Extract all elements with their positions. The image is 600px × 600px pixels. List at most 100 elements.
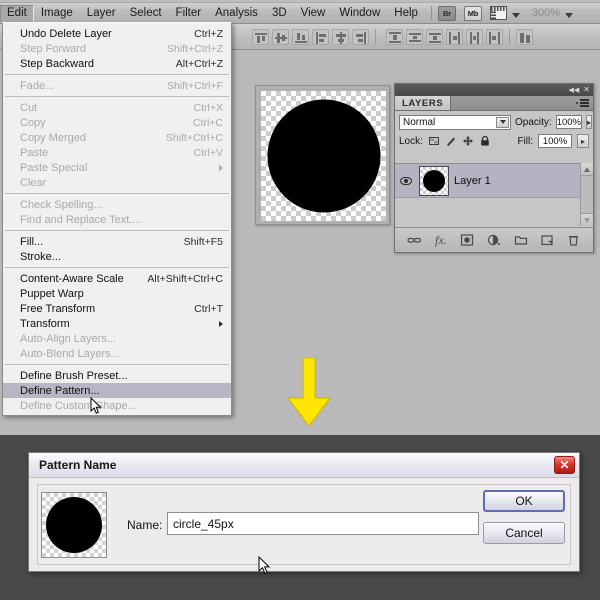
blend-mode-select[interactable]: Normal (399, 115, 511, 130)
opacity-input[interactable]: 100% (556, 115, 582, 129)
menu-select[interactable]: Select (123, 5, 169, 22)
pattern-name-value: circle_45px (173, 517, 234, 531)
menu-item-label: Define Pattern... (20, 385, 100, 397)
lock-transparent-pixels-icon[interactable] (428, 135, 440, 147)
ok-button[interactable]: OK (483, 490, 565, 512)
layers-panel-titlebar[interactable]: ◀◀ ✕ (395, 84, 593, 96)
chevron-down-icon[interactable] (512, 13, 520, 18)
menu-item-puppet-warp[interactable]: Puppet Warp (3, 286, 231, 301)
lock-label: Lock: (399, 136, 423, 147)
layer-name[interactable]: Layer 1 (454, 175, 491, 187)
pattern-name-dialog: Pattern Name ✕ Name: circle_45px OK Canc… (28, 452, 580, 572)
zoom-level-label: 300% (532, 7, 560, 19)
menu-item-label: Copy (20, 117, 46, 129)
scroll-down-icon[interactable] (581, 213, 593, 226)
auto-align-layers-icon[interactable] (516, 29, 533, 45)
menu-image[interactable]: Image (34, 5, 80, 22)
align-horizontal-centers-icon[interactable] (332, 29, 349, 45)
collapse-panel-icon[interactable]: ◀◀ (569, 87, 580, 94)
menu-view[interactable]: View (294, 5, 333, 22)
menu-3d[interactable]: 3D (265, 5, 294, 22)
close-panel-icon[interactable]: ✕ (583, 86, 590, 94)
screenshot-root: ◀◀ ✕ LAYERS Normal Opacity: 1 (0, 0, 600, 600)
menu-edit[interactable]: Edit (0, 5, 34, 22)
layer-style-fx-icon[interactable]: fx. (433, 233, 448, 247)
align-vertical-centers-icon[interactable] (272, 29, 289, 45)
menu-layer[interactable]: Layer (80, 5, 123, 22)
link-layers-icon[interactable] (407, 233, 422, 247)
table-row[interactable]: Layer 1 (395, 164, 593, 198)
distribute-buttons-group[interactable] (386, 29, 503, 45)
menu-item-undo-delete-layer[interactable]: Undo Delete LayerCtrl+Z (3, 26, 231, 41)
menu-analysis[interactable]: Analysis (208, 5, 265, 22)
align-left-edges-icon[interactable] (312, 29, 329, 45)
distribute-left-edges-icon[interactable] (446, 29, 463, 45)
zoom-chevron-down-icon[interactable] (565, 13, 573, 18)
menu-item-content-aware-scale[interactable]: Content-Aware ScaleAlt+Shift+Ctrl+C (3, 271, 231, 286)
tab-layers[interactable]: LAYERS (395, 96, 451, 110)
blend-mode-value: Normal (403, 117, 435, 128)
submenu-arrow-icon (219, 321, 223, 327)
menu-item-transform[interactable]: Transform (3, 316, 231, 331)
menu-item-step-backward[interactable]: Step BackwardAlt+Ctrl+Z (3, 56, 231, 71)
menu-divider (5, 74, 229, 75)
cancel-button[interactable]: Cancel (483, 522, 565, 544)
menu-item-label: Step Backward (20, 58, 94, 70)
menu-item-label: Copy Merged (20, 132, 86, 144)
opacity-slider-arrow[interactable]: ▸ (586, 115, 592, 129)
fill-value: 100% (543, 136, 567, 147)
align-right-edges-icon[interactable] (352, 29, 369, 45)
menu-item-stroke[interactable]: Stroke... (3, 249, 231, 264)
lock-image-pixels-icon[interactable] (445, 135, 457, 147)
menu-filter[interactable]: Filter (169, 5, 209, 22)
menu-item-free-transform[interactable]: Free TransformCtrl+T (3, 301, 231, 316)
menu-item-label: Clear (20, 177, 46, 189)
distribute-top-edges-icon[interactable] (386, 29, 403, 45)
blend-mode-row: Normal Opacity: 100% ▸ (395, 111, 593, 131)
lock-all-icon[interactable] (479, 135, 491, 147)
edit-menu-dropdown[interactable]: Undo Delete LayerCtrl+ZStep ForwardShift… (2, 22, 232, 416)
distribute-right-edges-icon[interactable] (486, 29, 503, 45)
layers-scrollbar[interactable] (580, 163, 593, 226)
scroll-up-icon[interactable] (581, 163, 593, 176)
fill-input[interactable]: 100% (538, 134, 572, 148)
chevron-down-icon[interactable] (496, 117, 509, 128)
menu-item-check-spelling: Check Spelling... (3, 197, 231, 212)
menu-item-define-pattern[interactable]: Define Pattern... (3, 383, 231, 398)
menu-divider (5, 96, 229, 97)
menu-help[interactable]: Help (387, 5, 425, 22)
menu-item-shortcut: Alt+Shift+Ctrl+C (133, 273, 223, 285)
delete-layer-icon[interactable] (566, 233, 581, 247)
dialog-titlebar[interactable]: Pattern Name ✕ (29, 453, 579, 478)
add-layer-mask-icon[interactable] (460, 233, 475, 247)
menu-item-fill[interactable]: Fill...Shift+F5 (3, 234, 231, 249)
pattern-name-input[interactable]: circle_45px (167, 512, 479, 535)
close-icon[interactable]: ✕ (554, 456, 575, 474)
layer-visibility-toggle[interactable] (397, 177, 414, 185)
distribute-vertical-centers-icon[interactable] (406, 29, 423, 45)
menu-item-cut: CutCtrl+X (3, 100, 231, 115)
toolbar-divider-2 (509, 29, 510, 45)
align-bottom-edges-icon[interactable] (292, 29, 309, 45)
menu-window[interactable]: Window (332, 5, 387, 22)
bridge-button[interactable]: Br (438, 6, 456, 21)
document-window[interactable] (255, 85, 390, 225)
align-top-edges-icon[interactable] (252, 29, 269, 45)
menu-item-clear: Clear (3, 175, 231, 190)
opacity-label: Opacity: (515, 117, 552, 128)
align-buttons-group[interactable] (252, 29, 369, 45)
screen-mode-icon[interactable] (490, 6, 507, 20)
lock-position-icon[interactable] (462, 135, 474, 147)
panel-menu-icon[interactable] (576, 96, 593, 110)
distribute-horizontal-centers-icon[interactable] (466, 29, 483, 45)
new-layer-icon[interactable] (540, 233, 555, 247)
new-group-icon[interactable] (513, 233, 528, 247)
layer-thumbnail[interactable] (419, 166, 449, 196)
fill-slider-arrow[interactable]: ▸ (577, 134, 589, 148)
menu-item-define-brush-preset[interactable]: Define Brush Preset... (3, 368, 231, 383)
canvas-area[interactable] (261, 91, 386, 221)
distribute-bottom-edges-icon[interactable] (426, 29, 443, 45)
menu-item-paste: PasteCtrl+V (3, 145, 231, 160)
adjustment-layer-icon[interactable] (486, 233, 501, 247)
mini-bridge-button[interactable]: Mb (464, 6, 482, 21)
